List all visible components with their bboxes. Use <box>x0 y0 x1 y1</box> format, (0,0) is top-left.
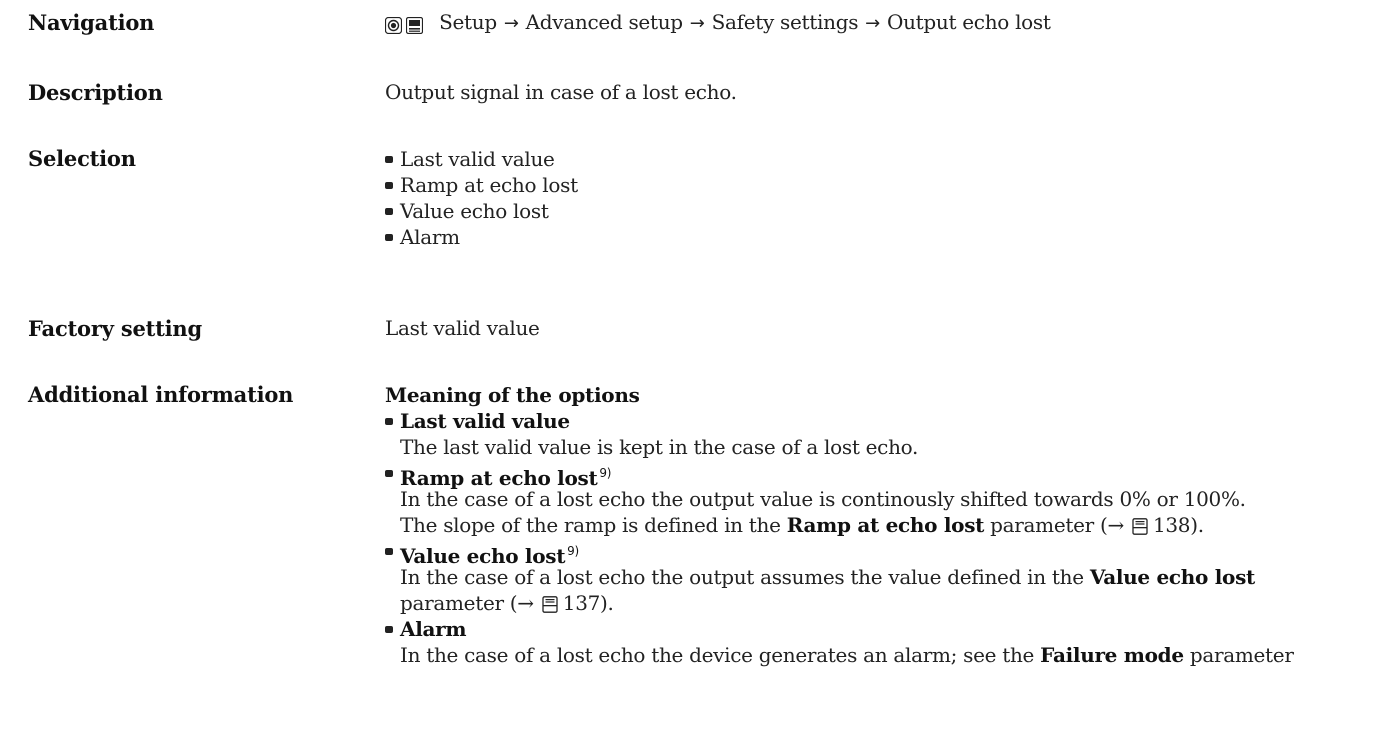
factory-setting-label: Factory setting <box>28 316 202 341</box>
bullet-icon <box>385 626 393 633</box>
breadcrumb-setup[interactable]: Setup <box>439 10 497 34</box>
bullet-icon <box>385 548 393 555</box>
option-title-ramp-at-echo-lost: Ramp at echo lost 9) <box>385 460 1294 490</box>
bullet-icon <box>385 418 393 425</box>
parameter-link[interactable]: Ramp at echo lost <box>787 513 985 537</box>
arrow-right-icon: → <box>865 13 880 34</box>
description-text: Output signal in case of a lost echo. <box>385 80 737 104</box>
page-reference[interactable]: 137 <box>563 591 601 615</box>
navigation-path: Setup → Advanced setup → Safety settings → Out… <box>384 10 1051 36</box>
option-title-value-echo-lost: Value echo lost 9) <box>385 538 1294 568</box>
display-icon <box>405 12 424 36</box>
parameter-link[interactable]: Failure mode <box>1040 643 1184 667</box>
bullet-icon <box>385 470 393 477</box>
list-item: Ramp at echo lost <box>385 172 578 198</box>
description-label: Description <box>28 80 163 105</box>
additional-information-label: Additional information <box>28 382 294 407</box>
option-text: The last valid value is kept in the case… <box>400 435 919 459</box>
options-heading: Meaning of the options <box>385 383 640 407</box>
list-item: Alarm <box>385 224 578 250</box>
breadcrumb-output-echo-lost[interactable]: Output echo lost <box>887 10 1051 34</box>
additional-information-content: Meaning of the options Last valid value … <box>385 382 1294 668</box>
bullet-icon <box>385 156 393 163</box>
breadcrumb-advanced-setup[interactable]: Advanced setup <box>526 10 683 34</box>
footnote-ref[interactable]: 9) <box>567 544 579 558</box>
option-text: In the case of a lost echo the device ge… <box>400 643 1294 667</box>
factory-setting-value: Last valid value <box>385 316 540 340</box>
bullet-icon <box>385 234 393 241</box>
arrow-right-icon: → <box>689 13 705 34</box>
bullet-icon <box>385 208 393 215</box>
option-title-last-valid-value: Last valid value <box>385 408 1294 434</box>
option-text: The slope of the ramp is defined in the … <box>385 512 1294 538</box>
list-item: Value echo lost <box>385 198 578 224</box>
option-title-alarm: Alarm <box>385 616 1294 642</box>
option-text: parameter (→ 137). <box>385 590 1294 616</box>
footnote-ref[interactable]: 9) <box>599 466 611 480</box>
expert-operation-icon <box>384 12 403 36</box>
parameter-link[interactable]: Value echo lost <box>1090 565 1255 589</box>
selection-label: Selection <box>28 146 136 171</box>
selection-list: Last valid value Ramp at echo lost Value… <box>385 146 578 250</box>
list-item: Last valid value <box>385 146 578 172</box>
breadcrumb-safety-settings[interactable]: Safety settings <box>712 10 859 34</box>
page-reference[interactable]: 138 <box>1153 513 1191 537</box>
bullet-icon <box>385 182 393 189</box>
arrow-right-icon: → <box>503 13 519 34</box>
navigation-label: Navigation <box>28 10 155 35</box>
